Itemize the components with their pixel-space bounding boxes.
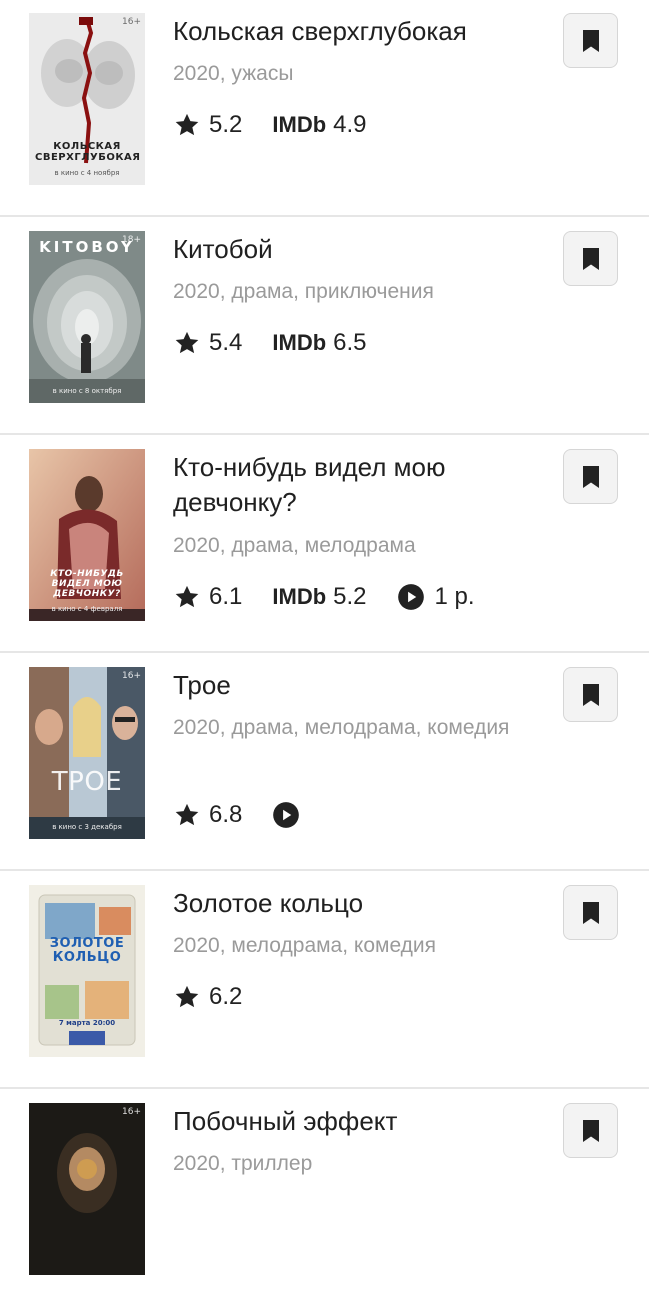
movie-ratings: 5.4 IMDb 6.5 (173, 325, 397, 361)
imdb-rating: IMDb 4.9 (272, 111, 366, 139)
poster-title: Трое (51, 767, 123, 797)
movie-meta: 2020, драма, мелодрама (173, 534, 416, 557)
movie-ratings: 6.2 (173, 979, 272, 1015)
star-icon (173, 329, 201, 357)
imdb-value: 4.9 (333, 111, 367, 138)
star-icon (173, 983, 201, 1011)
movie-title[interactable]: Китобой (173, 232, 513, 267)
movie-list: 16+ Кольская сверхглубокая в кино с 4 но… (0, 0, 649, 1275)
bookmark-icon (582, 247, 600, 271)
poster-title: Kitoboy (39, 238, 135, 256)
movie-ratings: 6.8 (173, 797, 340, 833)
movie-poster[interactable]: 18+ Kitoboy в кино с 8 октября (29, 231, 145, 403)
movie-title[interactable]: Золотое кольцо (173, 886, 513, 921)
price-value: 1 р. (434, 583, 475, 610)
kp-rating: 5.2 (173, 111, 242, 139)
bookmark-button[interactable] (563, 667, 618, 722)
poster-note: в кино с 4 ноября (54, 169, 120, 177)
bookmark-icon (582, 901, 600, 925)
rating-value: 5.4 (209, 329, 243, 356)
rating-value: 6.2 (209, 983, 243, 1010)
movie-item[interactable]: Золотое кольцо 7 марта 20:00 Золотое кол… (0, 872, 649, 1089)
imdb-value: 5.2 (333, 583, 367, 610)
star-icon (173, 111, 201, 139)
imdb-label: IMDb (272, 112, 327, 137)
movie-title[interactable]: Кольская сверхглубокая (173, 14, 513, 49)
movie-title[interactable]: Кто-нибудь видел мою девчонку? (173, 450, 513, 520)
imdb-label: IMDb (272, 330, 327, 355)
star-icon (173, 801, 201, 829)
kp-rating: 6.8 (173, 801, 242, 829)
movie-poster[interactable]: 16+ Кольская сверхглубокая в кино с 4 но… (29, 13, 145, 185)
movie-item[interactable]: 18+ Kitoboy в кино с 8 октября Китобой 2… (0, 218, 649, 435)
poster-note: в кино с 3 декабря (52, 823, 122, 831)
bookmark-button[interactable] (563, 449, 618, 504)
age-rating: 16+ (122, 1107, 141, 1117)
bookmark-button[interactable] (563, 13, 618, 68)
movie-meta: 2020, мелодрама, комедия (173, 934, 437, 957)
movie-poster[interactable]: 16+ Трое в кино с 3 декабря (29, 667, 145, 839)
kp-rating: 6.1 (173, 583, 242, 611)
movie-title[interactable]: Трое (173, 668, 513, 703)
bookmark-button[interactable] (563, 885, 618, 940)
imdb-rating: IMDb 6.5 (272, 329, 366, 357)
poster-title: Кто-нибудь видел мою девчонку? (50, 569, 124, 599)
bookmark-icon (582, 683, 600, 707)
bookmark-icon (582, 1119, 600, 1143)
imdb-rating: IMDb 5.2 (272, 583, 366, 611)
poster-note: 7 марта 20:00 (58, 1019, 116, 1027)
movie-meta: 2020, драма, приключения (173, 280, 434, 303)
poster-note: в кино с 4 февраля (51, 605, 123, 613)
movie-poster[interactable]: Кто-нибудь видел мою девчонку? в кино с … (29, 449, 145, 621)
play-circle-icon (397, 583, 425, 611)
kp-rating: 6.2 (173, 983, 242, 1011)
rating-value: 5.2 (209, 111, 243, 138)
rating-value: 6.1 (209, 583, 243, 610)
poster-title: Кольская сверхглубокая (35, 141, 141, 163)
movie-meta: 2020, триллер (173, 1152, 313, 1175)
kp-rating: 5.4 (173, 329, 242, 357)
age-rating: 16+ (122, 17, 141, 27)
age-rating: 16+ (122, 671, 141, 681)
movie-item[interactable]: 16+ Трое в кино с 3 декабря Трое 2020, д… (0, 654, 649, 871)
rating-value: 6.8 (209, 801, 243, 828)
movie-ratings: 5.2 IMDb 4.9 (173, 107, 397, 143)
movie-meta: 2020, драма, мелодрама, комедия (173, 716, 510, 739)
movie-ratings: 6.1 IMDb 5.2 1 р. (173, 579, 505, 615)
movie-meta: 2020, ужасы (173, 62, 294, 85)
movie-title[interactable]: Побочный эффект (173, 1104, 513, 1139)
bookmark-icon (582, 29, 600, 53)
bookmark-button[interactable] (563, 1103, 618, 1158)
poster-title: Золотое кольцо (49, 936, 125, 965)
imdb-label: IMDb (272, 584, 327, 609)
movie-item[interactable]: Кто-нибудь видел мою девчонку? в кино с … (0, 436, 649, 653)
imdb-value: 6.5 (333, 329, 367, 356)
online-price[interactable]: 1 р. (397, 583, 475, 611)
movie-item[interactable]: 16+ Кольская сверхглубокая в кино с 4 но… (0, 0, 649, 217)
movie-item[interactable]: 16+ Побочный эффект 2020, триллер (0, 1090, 649, 1307)
poster-note: в кино с 8 октября (52, 387, 122, 395)
bookmark-icon (582, 465, 600, 489)
play-circle-icon (272, 801, 300, 829)
movie-poster[interactable]: Золотое кольцо 7 марта 20:00 (29, 885, 145, 1057)
star-icon (173, 583, 201, 611)
online-watch[interactable] (272, 801, 310, 829)
movie-poster[interactable]: 16+ (29, 1103, 145, 1275)
bookmark-button[interactable] (563, 231, 618, 286)
